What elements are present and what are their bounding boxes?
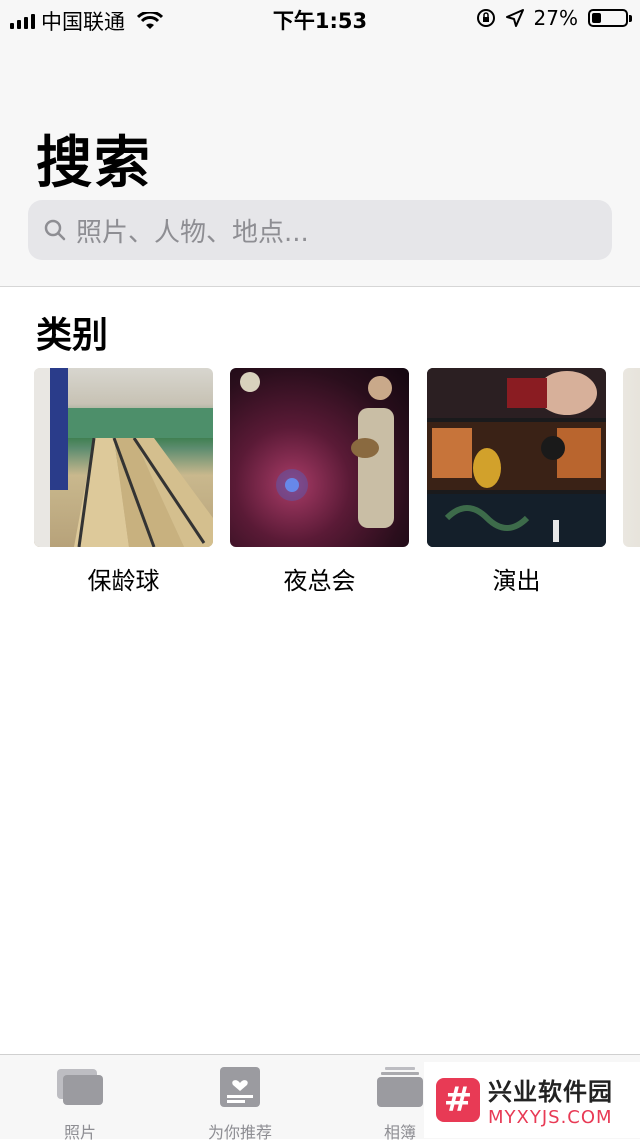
tab-label: 照片	[63, 1123, 96, 1142]
page-title: 搜索	[36, 131, 152, 196]
category-item-performance[interactable]: 演出	[427, 368, 606, 596]
categories-title: 类别	[36, 315, 109, 356]
category-label: 演出	[492, 567, 541, 595]
category-thumbnail	[34, 368, 213, 547]
tab-for-you[interactable]: 为你推荐	[180, 1065, 300, 1143]
watermark-title: 兴业软件园	[488, 1078, 613, 1106]
categories-carousel[interactable]: 保龄球 夜总会 演出	[34, 368, 640, 598]
rotation-lock-icon	[476, 9, 495, 27]
category-item-partial[interactable]	[623, 368, 640, 547]
search-icon	[44, 219, 66, 241]
tab-photos[interactable]: 照片	[20, 1065, 140, 1143]
battery-icon	[588, 9, 632, 27]
location-icon	[505, 9, 524, 27]
search-header: 搜索 照片、人物、地点...	[0, 38, 640, 287]
category-label: 夜总会	[283, 567, 356, 595]
for-you-tab-icon	[220, 1067, 260, 1107]
category-thumbnail	[623, 368, 640, 547]
status-bar: 中国联通 下午1:53 27%	[0, 0, 640, 38]
category-thumbnail	[427, 368, 606, 547]
watermark: # 兴业软件园 MYXYJS.COM	[424, 1062, 640, 1138]
category-thumbnail	[230, 368, 409, 547]
battery-percent: 27%	[533, 6, 578, 30]
tab-label: 为你推荐	[207, 1123, 272, 1142]
bowling-photo	[34, 368, 213, 547]
category-item-bowling[interactable]: 保龄球	[34, 368, 213, 596]
category-label: 保龄球	[87, 567, 160, 595]
albums-tab-icon	[377, 1067, 423, 1107]
watermark-url: MYXYJS.COM	[488, 1107, 613, 1128]
category-item-nightclub[interactable]: 夜总会	[230, 368, 409, 596]
performance-photo	[427, 368, 606, 547]
search-input[interactable]: 照片、人物、地点...	[28, 200, 612, 260]
nightclub-photo	[240, 372, 394, 528]
photos-tab-icon	[57, 1069, 103, 1105]
search-placeholder: 照片、人物、地点...	[76, 217, 309, 248]
hash-logo-icon: #	[436, 1078, 480, 1122]
status-right: 27%	[476, 6, 632, 30]
